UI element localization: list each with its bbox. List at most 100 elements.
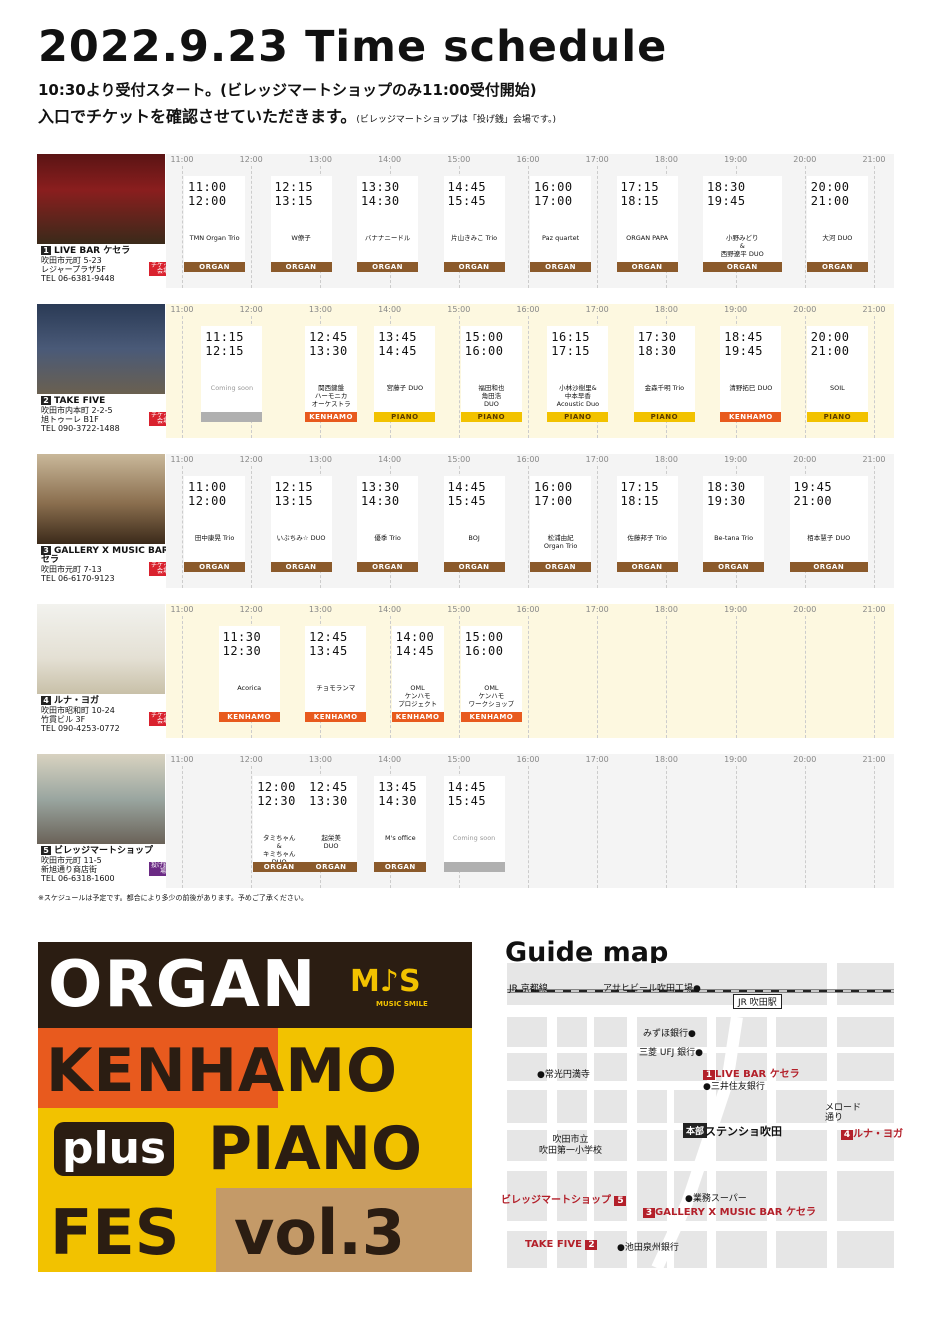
hour-gridline <box>735 766 737 888</box>
slot-genre-badge: ORGAN <box>443 562 505 572</box>
slot-start-time: 14:45 <box>447 480 487 494</box>
performance-slot: 15:00 16:00 福田和也 角田浩 DUO PIANO <box>460 326 522 422</box>
slot-end-time: 17:15 <box>551 344 590 358</box>
performance-slot: 19:45 21:00 栢本慧子 DUO ORGAN <box>789 476 868 572</box>
slot-end-time: 15:45 <box>447 794 487 808</box>
performance-slot: 17:15 18:15 ORGAN PAPA ORGAN <box>616 176 678 272</box>
venue-photo <box>37 154 165 244</box>
slot-genre-badge: KENHAMO <box>218 712 280 722</box>
map-ikeda: ●池田泉州銀行 <box>617 1243 679 1253</box>
slot-genre-badge: ORGAN <box>530 562 592 572</box>
venue-number: 4 <box>41 696 51 705</box>
venue-row: 2 TAKE FIVE 吹田市内本町 2-2-5 旭トゥーレ B1F TEL 090-3… <box>36 304 894 438</box>
hour-gridline <box>597 466 599 588</box>
hour-tick: 20:00 <box>793 455 817 464</box>
hour-tick: 20:00 <box>793 755 817 764</box>
hour-tick: 19:00 <box>724 305 748 314</box>
hour-tick: 16:00 <box>516 605 540 614</box>
venue-row: 5 ビレッジマートショップ 吹田市元町 11-5 新旭通り商店街 TEL 06-6318… <box>36 754 894 888</box>
slot-performer: M's office <box>384 834 416 842</box>
slot-end-time: 15:45 <box>447 494 487 508</box>
slot-start-time: 20:00 <box>810 180 850 194</box>
slot-end-time: 13:45 <box>309 644 348 658</box>
map-venue-3: 3 GALLERY X MUSIC BAR ケセラ <box>643 1203 816 1218</box>
slot-performer: 清野拓巳 DUO <box>729 384 773 392</box>
ms-logo-sub: MUSIC SMILE <box>376 1000 428 1008</box>
hour-tick: 20:00 <box>793 305 817 314</box>
performance-slot: 13:45 14:45 宮藤子 DUO PIANO <box>374 326 436 422</box>
venue-info: 2 TAKE FIVE 吹田市内本町 2-2-5 旭トゥーレ B1F TEL 090-3… <box>41 396 186 433</box>
hour-tick: 16:00 <box>516 455 540 464</box>
slot-performer: OML ケンハモ ワークショップ <box>468 684 515 708</box>
slot-end-time: 13:15 <box>274 494 314 508</box>
hour-tick: 16:00 <box>516 155 540 164</box>
slot-start-time: 12:15 <box>274 180 314 194</box>
map-honbu: 本部 <box>683 1123 708 1138</box>
venue-info: 3 GALLERY X MUSIC BAR ケセラ 吹田市元町 7-13 TEL 06… <box>41 546 186 583</box>
slot-end-time: 19:30 <box>707 494 746 508</box>
hour-tick: 11:00 <box>170 605 194 614</box>
hour-tick: 14:00 <box>378 305 402 314</box>
slot-start-time: 18:30 <box>707 480 746 494</box>
slot-genre-badge: ORGAN <box>806 262 868 272</box>
hour-tick: 19:00 <box>724 155 748 164</box>
hour-tick: 12:00 <box>239 305 263 314</box>
hour-tick: 21:00 <box>862 755 886 764</box>
performance-slot: 16:00 17:00 松浦由紀 Organ Trio ORGAN <box>530 476 592 572</box>
hour-tick: 12:00 <box>239 155 263 164</box>
slot-end-time: 13:30 <box>309 794 348 808</box>
slot-genre-badge: ORGAN <box>703 562 765 572</box>
slot-end-time: 14:30 <box>378 794 417 808</box>
hour-tick: 16:00 <box>516 305 540 314</box>
venue-name-text: ルナ・ヨガ <box>54 696 100 706</box>
slot-start-time: 15:00 <box>464 330 504 344</box>
performance-slot: 16:00 17:00 Paz quartet ORGAN <box>530 176 592 272</box>
hour-tick: 17:00 <box>585 755 609 764</box>
slot-start-time: 11:30 <box>222 630 262 644</box>
slot-performer: 金森千明 Trio <box>644 384 685 392</box>
performance-slot: 17:15 18:15 佐藤邦子 Trio ORGAN <box>616 476 678 572</box>
map-venue-2: TAKE FIVE 2 <box>525 1239 598 1250</box>
fes-word-kenhamo: KENHAMO <box>46 1036 399 1106</box>
slot-genre-badge: ORGAN <box>530 262 592 272</box>
hour-tick: 17:00 <box>585 305 609 314</box>
slot-genre-badge: KENHAMO <box>305 712 367 722</box>
venue-name: 4 ルナ・ヨガ <box>41 696 186 706</box>
venue-name-text: LIVE BAR ケセラ <box>54 246 131 256</box>
slot-start-time: 14:00 <box>395 630 435 644</box>
slot-performer: W僚子 <box>291 234 311 242</box>
slot-genre-badge: PIANO <box>633 412 695 422</box>
guide-map: JR 京都線 アサヒビール吹田工場● JR 吹田駅 みずほ銀行● 三菱 UFJ … <box>501 963 903 1268</box>
hour-gridline <box>182 166 183 288</box>
footnote: ※スケジュールは予定です。都合により多少の前後があります。予めご了承ください。 <box>38 894 308 902</box>
hour-tick: 14:00 <box>378 755 402 764</box>
fes-word-fes: FES <box>50 1196 180 1269</box>
slot-start-time: 14:45 <box>447 780 487 794</box>
hour-gridline <box>597 616 599 738</box>
slot-end-time: 21:00 <box>810 194 850 208</box>
venue-timeline: 11:00 12:00 13:00 14:00 15:00 16:00 17:00 18:00… <box>166 304 894 438</box>
hour-tick: 15:00 <box>447 455 471 464</box>
slot-start-time: 16:00 <box>534 480 573 494</box>
performance-slot: 20:00 21:00 SOIL PIANO <box>806 326 868 422</box>
slot-start-time: 11:15 <box>205 330 244 344</box>
slot-performer: Acorica <box>237 684 262 692</box>
hour-gridline <box>804 166 806 288</box>
slot-start-time: 17:15 <box>620 480 660 494</box>
venue-row: 1 LIVE BAR ケセラ 吹田市元町 5-23 レジャープラザ5F TEL 06-6… <box>36 154 894 288</box>
performance-slot: 11:30 12:30 Acorica KENHAMO <box>218 626 280 722</box>
performance-slot: 11:15 12:15 Coming soon <box>201 326 263 422</box>
hour-gridline <box>251 766 253 888</box>
slot-genre-badge: ORGAN <box>270 562 332 572</box>
venue-timeline: 11:00 12:00 13:00 14:00 15:00 16:00 17:00 18:00… <box>166 604 894 738</box>
hour-gridline <box>182 466 183 588</box>
hour-gridline <box>182 316 183 438</box>
venue-timeline: 11:00 12:00 13:00 14:00 15:00 16:00 17:00 18:00… <box>166 754 894 888</box>
slot-performer: 小林沙樹里& 中本早香 Acoustic Duo <box>556 384 600 408</box>
venue-number: 1 <box>41 246 51 255</box>
hour-tick: 14:00 <box>378 155 402 164</box>
hour-tick: 19:00 <box>724 755 748 764</box>
hour-tick: 13:00 <box>308 305 332 314</box>
slot-performer: TMN Organ Trio <box>189 234 240 242</box>
performance-slot: 14:45 15:45 Coming soon <box>443 776 505 872</box>
